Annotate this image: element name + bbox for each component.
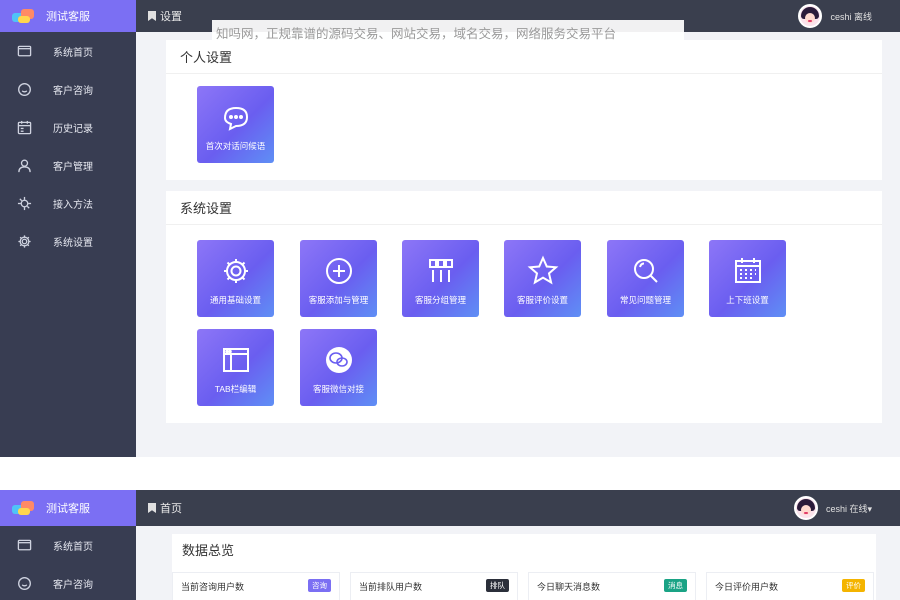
user-icon — [16, 157, 32, 173]
group-grid-icon — [428, 259, 453, 282]
tile-agent-groups[interactable]: 客服分组管理 — [402, 240, 479, 317]
tile-label: TAB栏编辑 — [214, 384, 257, 394]
tile-agent-management[interactable]: 客服添加与管理 — [300, 240, 377, 317]
gear-icon — [16, 233, 32, 249]
brand-name: 测试客服 — [46, 11, 90, 23]
section-title: 系统设置 — [166, 191, 882, 225]
tile-wechat-integration[interactable]: 客服微信对接 — [300, 329, 377, 406]
top-bar: 首页 ceshi 在线▾ — [136, 490, 900, 526]
sidebar-item-customers[interactable]: 客户管理 — [0, 146, 136, 184]
personal-settings-card: 个人设置 首次对话问候语 — [166, 40, 882, 180]
main-content: 数据总览 当前咨询用户数 咨询 当前排队用户数 排队 今日聊天消息数 消息 今日… — [136, 526, 900, 600]
breadcrumb: 首页 — [160, 503, 182, 515]
search-icon — [633, 259, 658, 283]
sidebar: 测试客服 系统首页 客户咨询 历史记录 客户管理 接入方法 系统设置 — [0, 0, 136, 457]
sidebar-item-consult[interactable]: 客户咨询 — [0, 70, 136, 108]
calendar-icon — [16, 119, 32, 135]
system-settings-card: 系统设置 通用基础设置 客服添加与管理 客服分组管理 客服评价设置 常见问题管理 — [166, 191, 882, 423]
tile-greeting[interactable]: 首次对话问候语 — [197, 86, 274, 163]
user-menu[interactable]: ceshi 在线▾ — [793, 490, 872, 526]
sidebar-item-history[interactable]: 历史记录 — [0, 108, 136, 146]
brand-logo-icon — [12, 500, 36, 516]
sidebar-item-access[interactable]: 接入方法 — [0, 184, 136, 222]
tile-label: 上下班设置 — [726, 295, 769, 305]
sidebar-item-home[interactable]: 系统首页 — [0, 526, 136, 564]
tile-label: 常见问题管理 — [619, 295, 671, 305]
tile-work-hours[interactable]: 上下班设置 — [709, 240, 786, 317]
tile-faq-management[interactable]: 常见问题管理 — [607, 240, 684, 317]
sidebar-nav: 系统首页 客户咨询 历史记录 客户管理 接入方法 系统设置 — [0, 32, 136, 260]
gear-icon — [223, 259, 248, 283]
tile-label: 客服评价设置 — [516, 295, 568, 305]
tile-tab-editor[interactable]: TAB栏编辑 — [197, 329, 274, 406]
monitor-icon — [16, 537, 32, 553]
sidebar-item-label: 系统设置 — [53, 237, 93, 249]
status-badge: 排队 — [486, 579, 509, 592]
status-badge: 评价 — [842, 579, 865, 592]
plus-circle-icon — [325, 258, 352, 284]
sidebar-item-label: 接入方法 — [53, 199, 93, 211]
tile-general-settings[interactable]: 通用基础设置 — [197, 240, 274, 317]
sidebar-item-label: 客户咨询 — [53, 579, 93, 591]
status-badge: 咨询 — [308, 579, 331, 592]
stat-card-ratings[interactable]: 今日评价用户数 评价 — [706, 572, 874, 600]
brand[interactable]: 测试客服 — [0, 490, 136, 526]
sidebar-item-home[interactable]: 系统首页 — [0, 32, 136, 70]
data-overview-card: 数据总览 当前咨询用户数 咨询 当前排队用户数 排队 今日聊天消息数 消息 今日… — [172, 534, 876, 600]
tile-label: 客服分组管理 — [414, 295, 466, 305]
section-title: 个人设置 — [166, 40, 882, 74]
user-menu[interactable]: ceshi 离线 — [798, 0, 872, 32]
stat-label: 今日聊天消息数 — [537, 582, 601, 592]
sidebar-item-label: 客户咨询 — [53, 85, 93, 97]
tile-rating-settings[interactable]: 客服评价设置 — [504, 240, 581, 317]
stat-card-messages[interactable]: 今日聊天消息数 消息 — [528, 572, 696, 600]
main-content: 个人设置 首次对话问候语 系统设置 通用基础设置 客服添加与管理 客服分组管理 — [136, 32, 900, 457]
sidebar-item-label: 客户管理 — [53, 161, 93, 173]
star-icon — [527, 255, 558, 285]
monitor-icon — [16, 43, 32, 59]
stat-card-consulting[interactable]: 当前咨询用户数 咨询 — [172, 572, 340, 600]
sidebar-item-label: 历史记录 — [53, 123, 93, 135]
tile-label: 通用基础设置 — [209, 295, 261, 305]
stat-label: 当前咨询用户数 — [181, 582, 245, 592]
plug-icon — [16, 195, 32, 211]
tile-label: 首次对话问候语 — [205, 141, 266, 151]
brand-logo-icon — [12, 8, 36, 24]
avatar — [798, 4, 823, 28]
window-icon — [222, 348, 249, 372]
sidebar-item-label: 系统首页 — [53, 541, 93, 553]
chat-bubble-icon — [223, 106, 248, 131]
sidebar-item-settings[interactable]: 系统设置 — [0, 222, 136, 260]
sidebar-item-label: 系统首页 — [53, 47, 93, 59]
wechat-icon — [325, 347, 352, 373]
tile-label: 客服微信对接 — [312, 384, 364, 394]
settings-screenshot: 测试客服 系统首页 客户咨询 历史记录 客户管理 接入方法 系统设置 设置 ce… — [0, 0, 900, 457]
breadcrumb: 设置 — [160, 11, 182, 23]
brand-name: 测试客服 — [46, 503, 90, 515]
stat-label: 今日评价用户数 — [715, 582, 779, 592]
section-title: 数据总览 — [182, 542, 235, 558]
dashboard-screenshot: 测试客服 系统首页 客户咨询 首页 ceshi 在线▾ 数据总览 当前咨询用户数… — [0, 490, 900, 600]
smile-icon — [16, 81, 32, 97]
smile-icon — [16, 575, 32, 591]
bookmark-icon — [148, 503, 156, 513]
sidebar: 测试客服 系统首页 客户咨询 — [0, 490, 136, 600]
stat-card-queue[interactable]: 当前排队用户数 排队 — [350, 572, 518, 600]
calendar-grid-icon — [734, 258, 761, 283]
status-badge: 消息 — [664, 579, 687, 592]
brand[interactable]: 测试客服 — [0, 0, 136, 32]
bookmark-icon — [148, 11, 156, 21]
user-status: ceshi 在线▾ — [825, 503, 872, 514]
tile-label: 客服添加与管理 — [308, 295, 369, 305]
user-status: ceshi 离线 — [830, 11, 872, 22]
stat-label: 当前排队用户数 — [359, 582, 423, 592]
avatar — [793, 496, 818, 520]
watermark-banner: 知吗网，正规靠谱的源码交易、网站交易，域名交易，网络服务交易平台 — [212, 20, 684, 44]
sidebar-nav: 系统首页 客户咨询 — [0, 526, 136, 600]
sidebar-item-consult[interactable]: 客户咨询 — [0, 564, 136, 600]
